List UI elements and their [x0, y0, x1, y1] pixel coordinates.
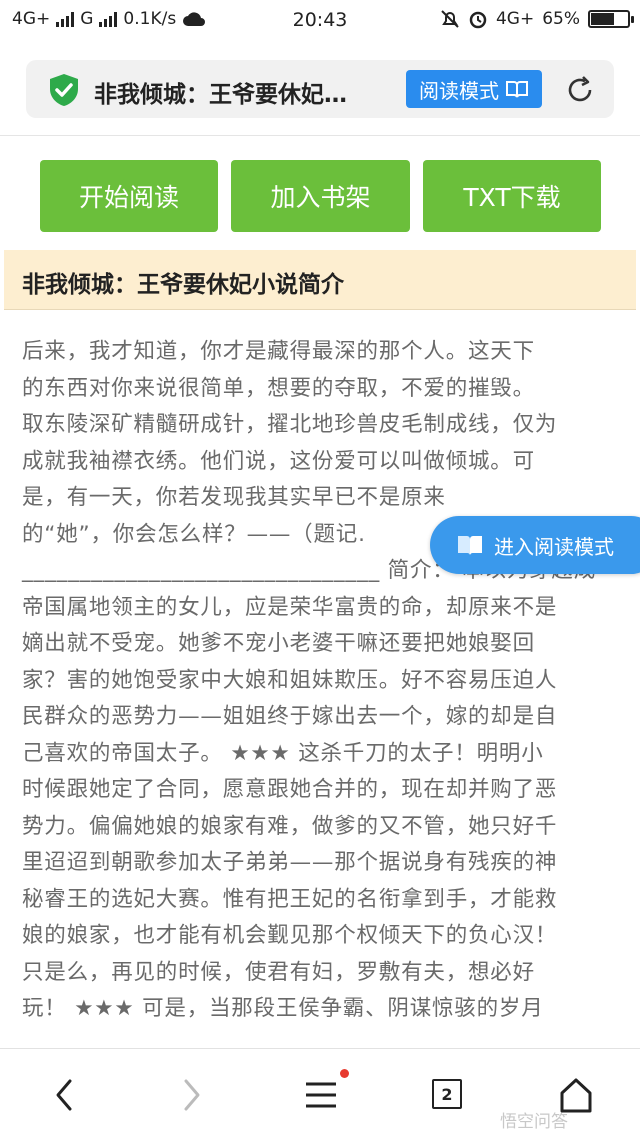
notification-dot	[340, 1069, 349, 1078]
watermark-text: 悟空问答	[500, 1112, 568, 1132]
read-mode-button[interactable]: 阅读模式	[406, 70, 542, 108]
intro-line: 后来，我才知道，你才是藏得最深的那个人。这天下	[22, 339, 535, 364]
add-to-shelf-button[interactable]: 加入书架	[231, 160, 410, 232]
network-type-right: 4G+	[495, 9, 535, 29]
intro-header: 非我倾城：王爷要休妃小说简介	[4, 250, 636, 310]
mute-bell-icon	[441, 10, 459, 28]
intro-line: 玩！ ★★★ 可是，当那段王侯争霸、阴谋惊骇的岁月	[22, 996, 544, 1021]
intro-line: 势力。偏偏她娘的娘家有难，做爹的又不管，她只好千	[22, 813, 558, 839]
browser-toolbar: 非我倾城：王爷要休妃… 阅读模式	[0, 40, 640, 136]
intro-line: 家？害的她饱受家中大娘和姐妹欺压。好不容易压迫人	[22, 667, 558, 693]
book-icon	[506, 81, 528, 98]
shield-check-icon	[50, 74, 78, 106]
enter-reading-mode-label: 进入阅读模式	[494, 534, 614, 559]
intro-line: 秘睿王的选妃大赛。惟有把王妃的名衔拿到手，才能救	[22, 886, 558, 912]
intro-line: 成就我袖襟衣绣。他们说，这份爱可以叫做倾城。可	[22, 448, 535, 474]
enter-reading-mode-button[interactable]: 进入阅读模式	[430, 516, 640, 574]
intro-heading: 非我倾城：王爷要休妃小说简介	[22, 272, 344, 298]
txt-download-button[interactable]: TXT下载	[423, 160, 601, 232]
intro-line: 里迢迢到朝歌参加太子弟弟——那个据说身有残疾的神	[22, 850, 558, 875]
intro-line: 己喜欢的帝国太子。 ★★★ 这杀千刀的太子！明明小	[22, 740, 544, 766]
status-bar: 4G+ G 0.1K/s 20:43 4G+ 65%	[0, 0, 640, 40]
battery-percent: 65%	[542, 9, 580, 29]
start-reading-button[interactable]: 开始阅读	[40, 160, 218, 232]
intro-line: 帝国属地领主的女儿，应是荣华富贵的命，却原来不是	[22, 594, 558, 620]
page-title[interactable]: 非我倾城：王爷要休妃…	[94, 75, 404, 109]
intro-line: 取东陵深矿精髓研成针，擢北地珍兽皮毛制成线，仅为	[22, 412, 558, 437]
tabs-icon[interactable]: 2	[432, 1079, 462, 1109]
back-icon[interactable]	[50, 1071, 80, 1119]
intro-line: 的东西对你来说很简单，想要的夺取，不爱的摧毁。	[22, 375, 535, 401]
action-buttons: 开始阅读 加入书架 TXT下载	[0, 160, 640, 232]
intro-line: 娘的娘家，也才能有机会觐见那个权倾天下的负心汉！	[22, 923, 558, 948]
intro-line: 只是么，再见的时候，使君有妇，罗敷有夫，想必好	[22, 959, 535, 985]
intro-line: 时候跟她定了合同，愿意跟她合并的，现在却并购了恶	[22, 777, 558, 802]
read-mode-label: 阅读模式	[419, 78, 499, 103]
status-right: 4G+ 65%	[440, 9, 634, 29]
forward-icon[interactable]	[176, 1071, 206, 1119]
alarm-icon	[469, 11, 487, 29]
intro-line: 是，有一天，你若发现我其实早已不是原来	[22, 485, 446, 510]
bottom-nav: 2 悟空问答	[0, 1048, 640, 1138]
menu-icon[interactable]	[303, 1071, 339, 1119]
intro-line: 民群众的恶势力——姐姐终于嫁出去一个，嫁的却是自	[22, 704, 558, 729]
intro-line: 嫡出就不受宠。她爹不宠小老婆干嘛还要把她娘娶回	[22, 631, 535, 656]
battery-icon	[588, 10, 634, 28]
refresh-icon[interactable]	[564, 74, 596, 106]
intro-body: 后来，我才知道，你才是藏得最深的那个人。这天下 的东西对你来说很简单，想要的夺取…	[22, 334, 622, 1028]
book-icon	[458, 536, 482, 555]
address-bar[interactable]: 非我倾城：王爷要休妃… 阅读模式	[26, 60, 614, 118]
